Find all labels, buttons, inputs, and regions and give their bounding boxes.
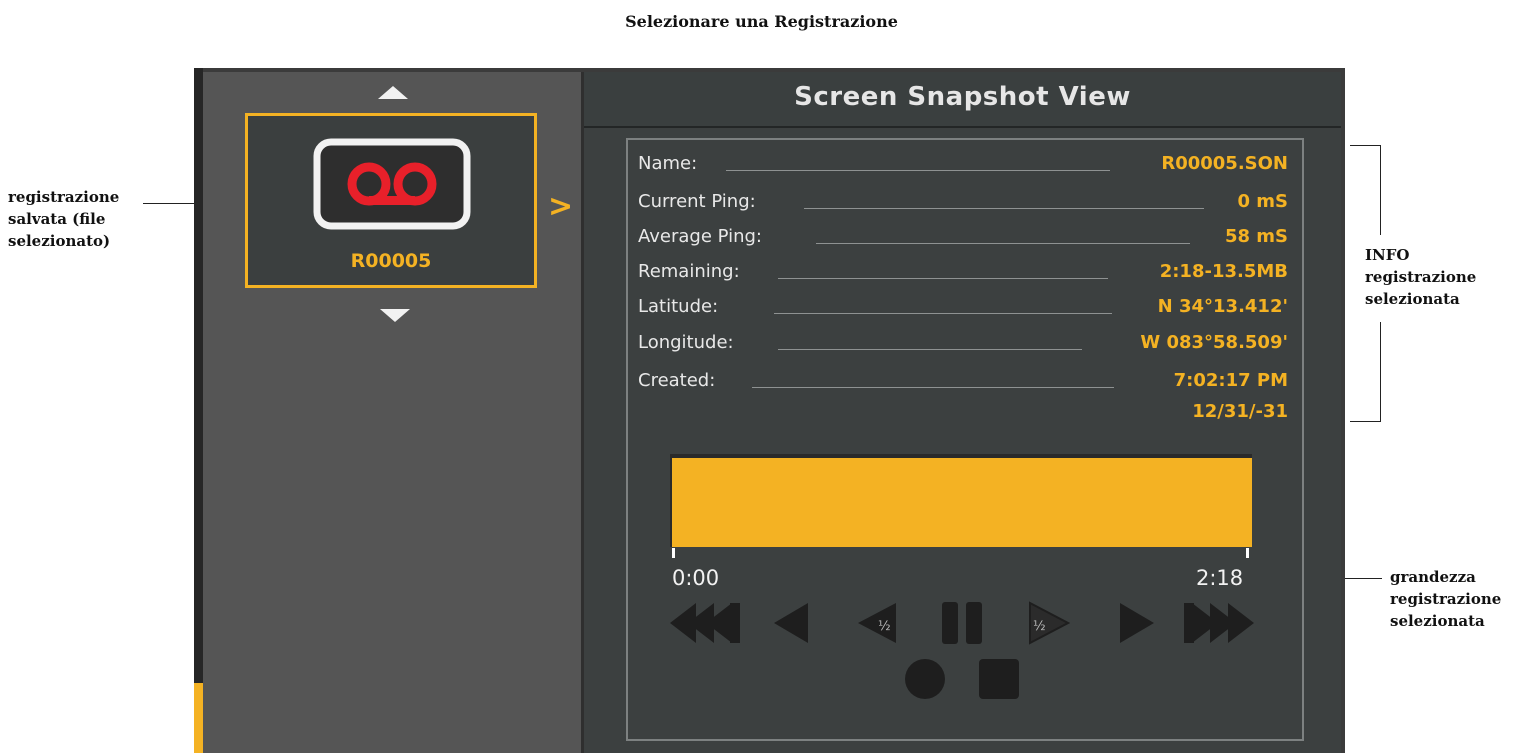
callout-recording-size: grandezza registrazione selezionata: [1390, 568, 1502, 630]
info-row-name: Name: R00005.SON: [638, 150, 1288, 178]
info-label-remaining: Remaining:: [638, 261, 740, 282]
half-speed-forward-icon[interactable]: ½: [1026, 600, 1070, 646]
half-speed-back-icon[interactable]: ½: [856, 600, 900, 646]
info-row-remaining: Remaining: 2:18-13.5MB: [638, 258, 1288, 286]
scrollbar-track[interactable]: [194, 68, 203, 753]
svg-text:½: ½: [1033, 619, 1046, 634]
info-value-created: 7:02:17 PM: [1173, 370, 1288, 391]
info-value-average-ping: 58 mS: [1224, 226, 1288, 247]
info-row-latitude: Latitude: N 34°13.412': [638, 293, 1288, 321]
stop-icon[interactable]: [978, 658, 1020, 700]
pause-icon[interactable]: [940, 600, 986, 646]
leader-line: [778, 349, 1082, 350]
playback-controls: ½ ½: [670, 600, 1255, 646]
recording-progress-fill: [672, 458, 1252, 547]
info-value-longitude: W 083°58.509': [1140, 332, 1288, 353]
callout-bracket-vertical-bottom: [1380, 322, 1381, 422]
voicemail-tape-icon: [313, 138, 471, 230]
record-icon[interactable]: [904, 658, 946, 700]
recording-file-name: R00005: [350, 250, 432, 272]
info-row-current-ping: Current Ping: 0 mS: [638, 188, 1288, 216]
leader-line: [778, 278, 1108, 279]
info-row-longitude: Longitude: W 083°58.509': [638, 329, 1288, 357]
callout-bracket-bottom: [1350, 421, 1381, 422]
info-row-created: Created: 7:02:17 PM: [638, 367, 1288, 395]
callout-bracket-vertical-top: [1380, 145, 1381, 235]
callout-bracket-top: [1350, 145, 1381, 146]
scroll-up-arrow-icon[interactable]: [378, 86, 408, 99]
info-value-latitude: N 34°13.412': [1157, 296, 1288, 317]
scroll-down-arrow-icon[interactable]: [380, 309, 410, 322]
info-label-current-ping: Current Ping:: [638, 191, 756, 212]
info-label-created: Created:: [638, 370, 716, 391]
step-back-icon[interactable]: [772, 600, 812, 646]
play-icon[interactable]: [1116, 600, 1156, 646]
timeline-end-time: 2:18: [1196, 566, 1244, 590]
fast-forward-icon[interactable]: [1182, 600, 1254, 646]
leader-line: [774, 313, 1112, 314]
recording-progress-bar[interactable]: [670, 454, 1252, 547]
info-label-latitude: Latitude:: [638, 296, 719, 317]
timeline-start-tick: [672, 548, 675, 558]
info-value-current-ping: 0 mS: [1237, 191, 1288, 212]
info-label-longitude: Longitude:: [638, 332, 734, 353]
leader-line: [726, 170, 1110, 171]
leader-line: [752, 387, 1114, 388]
leader-line: [816, 243, 1190, 244]
info-label-average-ping: Average Ping:: [638, 226, 762, 247]
leader-line: [804, 208, 1204, 209]
info-row-average-ping: Average Ping: 58 mS: [638, 223, 1288, 251]
info-value-created-date: 12/31/-31: [1192, 401, 1288, 422]
callout-saved-recording: registrazione salvata (file selezionato): [8, 188, 120, 250]
scrollbar-thumb[interactable]: [194, 683, 203, 753]
info-value-remaining: 2:18-13.5MB: [1159, 261, 1288, 282]
timeline-end-tick: [1246, 548, 1249, 558]
svg-text:½: ½: [878, 619, 891, 634]
timeline-start-time: 0:00: [672, 566, 720, 590]
info-label-name: Name:: [638, 153, 698, 174]
recording-file-tile[interactable]: R00005: [245, 113, 537, 288]
record-stop-controls: [898, 656, 1028, 702]
chevron-right-icon[interactable]: >: [548, 192, 573, 222]
info-value-name: R00005.SON: [1161, 153, 1288, 174]
callout-selected-info: INFO registrazione selezionata: [1365, 246, 1477, 308]
snapshot-view-title: Screen Snapshot View: [794, 82, 1131, 112]
fast-rewind-icon[interactable]: [670, 600, 742, 646]
page-title: Selezionare una Registrazione: [625, 12, 898, 31]
